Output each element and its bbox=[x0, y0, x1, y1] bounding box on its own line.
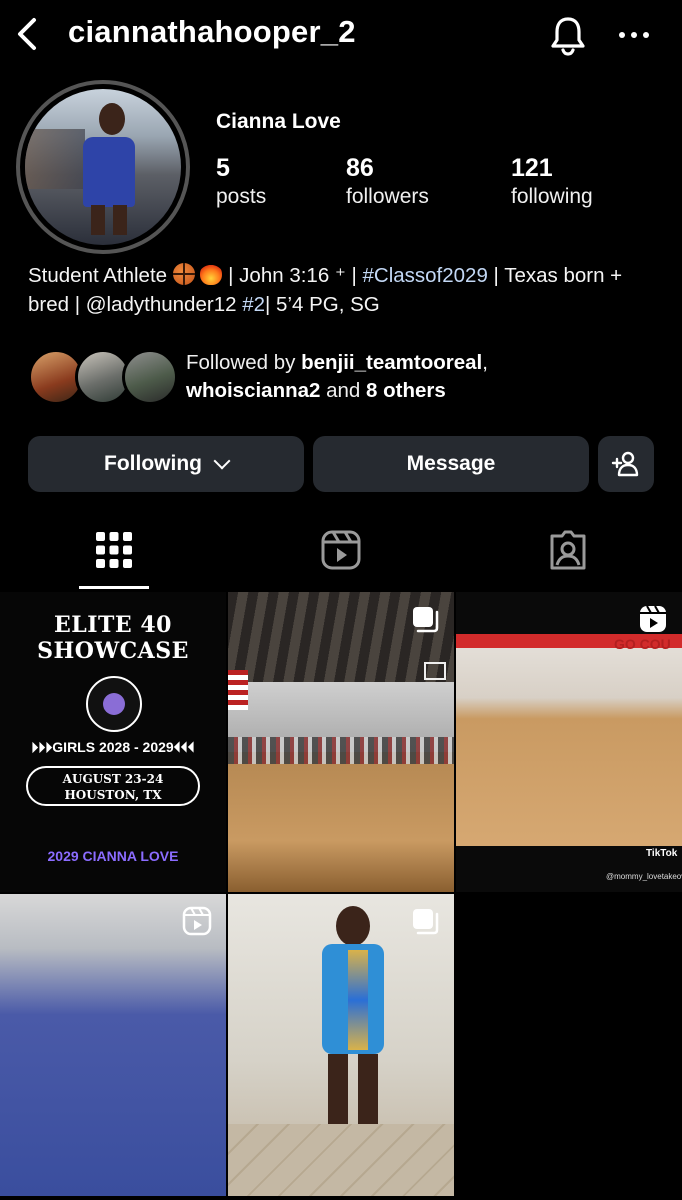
add-person-icon bbox=[611, 451, 639, 477]
reels-tab-icon[interactable] bbox=[319, 528, 363, 572]
followers-count[interactable]: 86 followers bbox=[346, 154, 429, 209]
post-elite-40-showcase[interactable]: ELITE 40 SHOWCASE ⏵⏵⏵GIRLS 2028 - 2029⏴⏴… bbox=[0, 592, 226, 892]
mutual-others: 8 others bbox=[366, 379, 446, 402]
post-game-video[interactable]: GO COU TikTok @mommy_lovetakeover bbox=[456, 592, 682, 892]
poster-title: ELITE 40 SHOWCASE bbox=[0, 612, 226, 664]
profile-bio: Student Athlete | John 3:16 ⁺ | #Classof… bbox=[28, 261, 658, 319]
following-count-label: following bbox=[511, 185, 593, 208]
active-tab-indicator bbox=[79, 586, 149, 589]
mutual-username: benjii_teamtooreal bbox=[301, 351, 483, 374]
more-options-icon[interactable] bbox=[614, 20, 654, 50]
separator: , bbox=[482, 351, 488, 374]
conjunction: and bbox=[320, 379, 367, 402]
bio-text: | bbox=[345, 264, 363, 287]
court-wall-text: GO COU bbox=[614, 636, 671, 652]
fire-icon bbox=[200, 263, 223, 285]
mutual-username: whoiscianna2 bbox=[186, 379, 321, 402]
reels-icon bbox=[182, 906, 212, 936]
followed-by-text[interactable]: Followed by benjii_teamtooreal, whoiscia… bbox=[186, 349, 606, 405]
profile-header: ciannathahooper_2 bbox=[0, 0, 682, 72]
bio-text: Student Athlete bbox=[28, 264, 173, 287]
carousel-icon bbox=[413, 607, 439, 633]
crowd bbox=[228, 737, 454, 765]
showcase-hoops-logo bbox=[86, 676, 142, 732]
bio-cross: ⁺ bbox=[334, 264, 346, 287]
poster-player-name: 2029 CIANNA LOVE bbox=[47, 848, 179, 864]
message-button[interactable]: Message bbox=[313, 436, 589, 492]
court-floor bbox=[228, 764, 454, 892]
posts-count-label: posts bbox=[216, 185, 267, 208]
display-name: Cianna Love bbox=[216, 110, 341, 133]
message-button-label: Message bbox=[406, 452, 496, 475]
profile-username: ciannathahooper_2 bbox=[68, 14, 356, 49]
reels-icon bbox=[640, 605, 666, 632]
mutual-followers-avatars[interactable] bbox=[28, 349, 178, 405]
posts-count-value: 5 bbox=[216, 154, 230, 182]
tiktok-handle: @mommy_lovetakeover bbox=[606, 872, 682, 881]
followers-count-label: followers bbox=[346, 185, 429, 208]
notification-bell-icon[interactable] bbox=[548, 14, 588, 56]
mutual-avatar bbox=[122, 349, 178, 405]
bio-text: | 5’4 PG, SG bbox=[265, 293, 380, 316]
post-gym-photo[interactable] bbox=[228, 592, 454, 892]
hashtag-link[interactable]: #Classof2029 bbox=[362, 264, 487, 287]
poster-title-line: ELITE 40 bbox=[54, 612, 172, 638]
poster-location: HOUSTON, TX bbox=[64, 788, 162, 802]
carousel-icon bbox=[413, 909, 439, 935]
suggested-users-button[interactable] bbox=[598, 436, 654, 492]
following-count-value: 121 bbox=[511, 154, 553, 182]
basketball-hoop bbox=[424, 662, 446, 680]
court-scene bbox=[456, 634, 682, 846]
floor-tiles bbox=[228, 1124, 454, 1196]
basketball-icon bbox=[172, 263, 195, 285]
flag bbox=[228, 670, 248, 710]
following-count[interactable]: 121 following bbox=[511, 154, 593, 209]
post-tournament-video[interactable] bbox=[0, 894, 226, 1196]
followers-count-value: 86 bbox=[346, 154, 374, 182]
hashtag-link[interactable]: #2 bbox=[242, 293, 265, 316]
tagged-tab-icon[interactable] bbox=[546, 528, 590, 572]
player-head bbox=[336, 906, 370, 946]
bio-text: | John 3:16 bbox=[222, 264, 335, 287]
following-button[interactable]: Following bbox=[28, 436, 304, 492]
poster-girls-line: ⏵⏵⏵GIRLS 2028 - 2029⏴⏴⏴ bbox=[31, 739, 195, 755]
post-trophy-photo[interactable] bbox=[228, 894, 454, 1196]
trophy bbox=[348, 950, 368, 1050]
following-button-label: Following bbox=[104, 452, 202, 475]
poster-date: AUGUST 23-24 bbox=[62, 772, 164, 786]
posts-count[interactable]: 5 posts bbox=[216, 154, 266, 209]
avatar-photo bbox=[25, 89, 181, 245]
back-arrow-icon[interactable] bbox=[12, 14, 42, 54]
chevron-down-icon bbox=[213, 452, 231, 470]
poster-date-box: AUGUST 23-24 HOUSTON, TX bbox=[26, 766, 200, 806]
poster-title-line: SHOWCASE bbox=[37, 638, 189, 664]
followed-by-prefix: Followed by bbox=[186, 351, 302, 374]
tiktok-watermark: TikTok bbox=[646, 848, 678, 859]
grid-tab-icon[interactable] bbox=[92, 528, 136, 572]
profile-avatar[interactable] bbox=[16, 80, 190, 254]
